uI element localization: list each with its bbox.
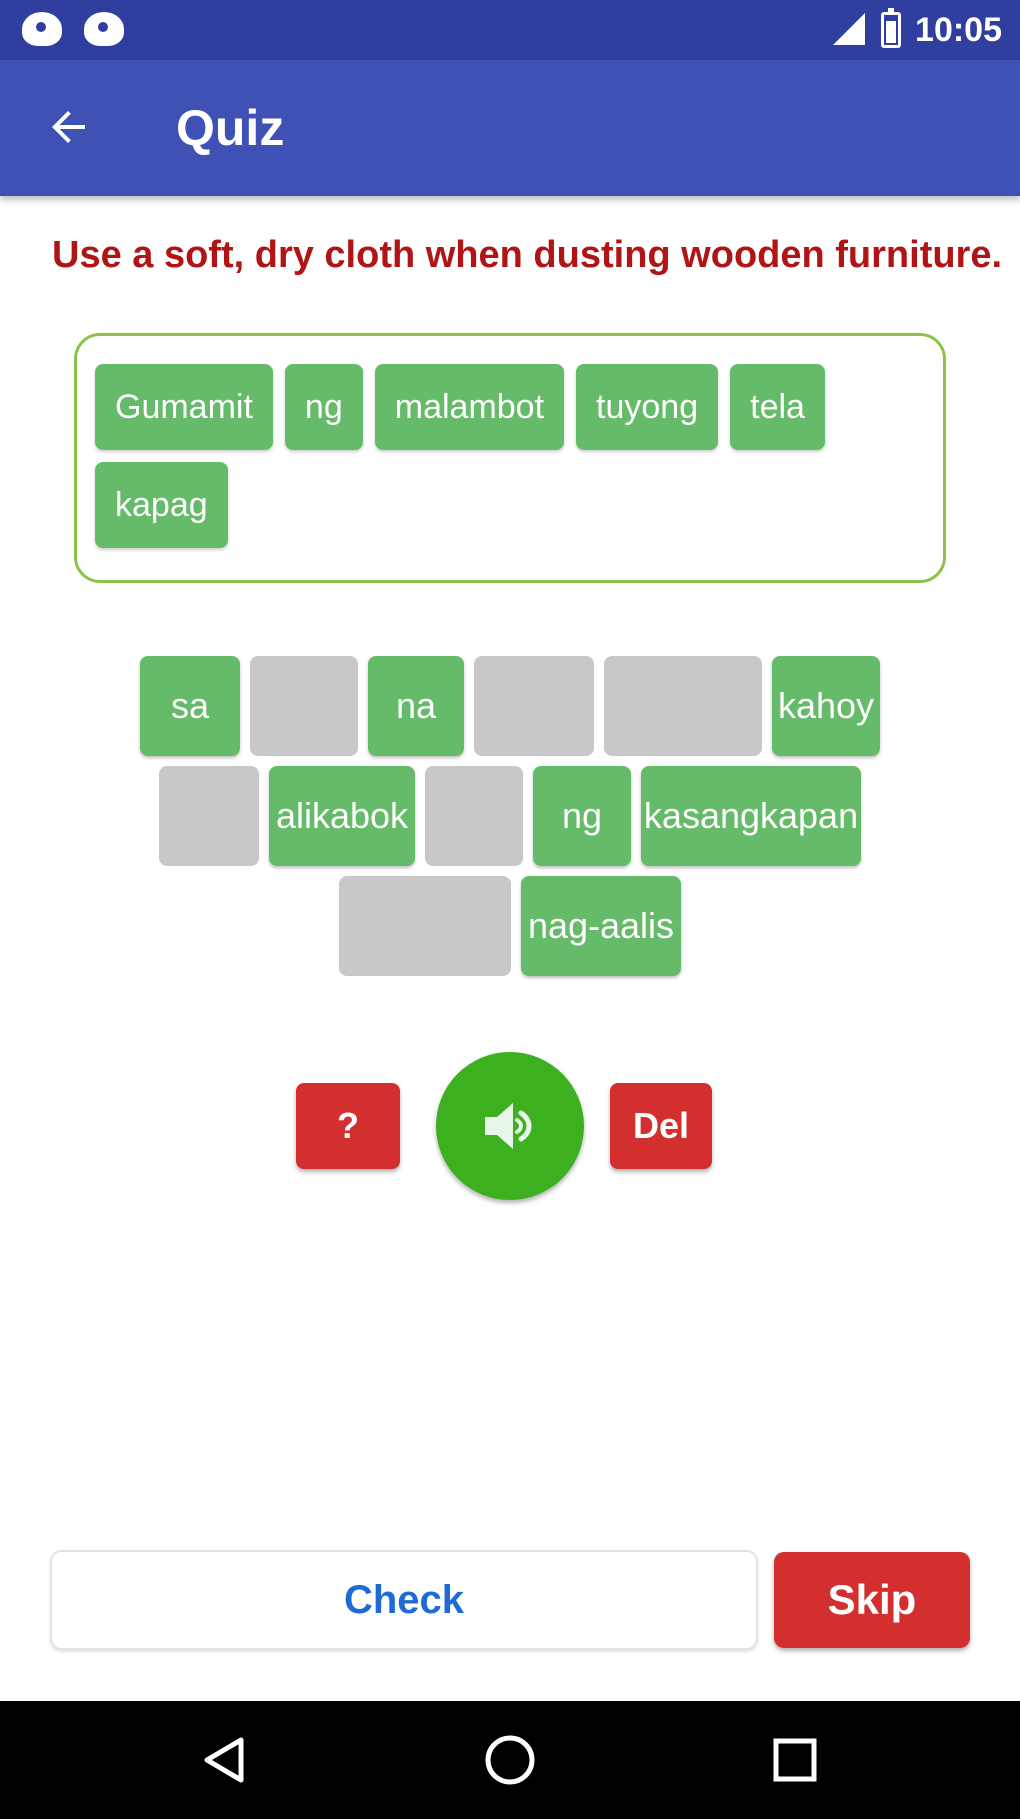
battery-icon <box>881 8 902 48</box>
answer-word-chip[interactable]: kapag <box>95 462 228 548</box>
square-recents-icon <box>773 1738 817 1782</box>
word-tile[interactable]: alikabok <box>269 766 415 866</box>
empty-word-slot <box>250 656 358 756</box>
notification-icon <box>22 12 62 48</box>
word-tile[interactable]: sa <box>140 656 240 756</box>
answer-word-chip[interactable]: ng <box>284 364 363 450</box>
triangle-back-icon <box>204 1737 244 1783</box>
word-bank-row: nag-aalis <box>0 876 1020 976</box>
status-indicators: 10:05 <box>833 8 1002 50</box>
empty-word-slot <box>604 656 762 756</box>
word-bank-row: alikabok ng kasangkapan <box>0 766 1020 866</box>
app-bar: Quiz <box>0 60 1020 196</box>
nav-home-button[interactable] <box>475 1725 545 1795</box>
system-nav-bar <box>0 1701 1020 1819</box>
notification-icon <box>84 12 124 48</box>
answer-word-chip[interactable]: tuyong <box>576 364 719 450</box>
empty-word-slot <box>339 876 511 976</box>
nav-back-button[interactable] <box>190 1725 260 1795</box>
circle-home-icon <box>485 1735 535 1785</box>
skip-button[interactable]: Skip <box>774 1552 970 1648</box>
empty-word-slot <box>425 766 523 866</box>
signal-icon <box>833 13 867 47</box>
word-tile[interactable]: kasangkapan <box>641 766 861 866</box>
page-title: Quiz <box>176 100 285 156</box>
answer-word-chip[interactable]: tela <box>730 364 825 450</box>
check-button[interactable]: Check <box>50 1550 758 1650</box>
hint-button[interactable]: ? <box>296 1083 400 1169</box>
back-button[interactable] <box>36 94 102 160</box>
speaker-icon <box>485 1103 532 1149</box>
answer-word-chip[interactable]: Gumamit <box>95 364 273 450</box>
word-bank-row: sa na kahoy <box>0 656 1020 756</box>
word-tile[interactable]: nag-aalis <box>521 876 681 976</box>
arrow-left-icon <box>52 111 85 143</box>
prompt-sentence: Use a soft, dry cloth when dusting woode… <box>52 234 1003 276</box>
status-clock: 10:05 <box>915 10 1002 49</box>
delete-button[interactable]: Del <box>610 1083 712 1169</box>
word-tile[interactable]: ng <box>533 766 631 866</box>
empty-word-slot <box>159 766 259 866</box>
word-tile[interactable]: na <box>368 656 464 756</box>
nav-recents-button[interactable] <box>760 1725 830 1795</box>
answer-word-chip[interactable]: malambot <box>374 364 565 450</box>
status-bar: 10:05 <box>0 0 1020 60</box>
speak-button[interactable] <box>436 1052 584 1200</box>
word-tile[interactable]: kahoy <box>772 656 880 756</box>
answer-area: Gumamit ng malambot tuyong tela kapag <box>74 333 946 583</box>
empty-word-slot <box>474 656 594 756</box>
